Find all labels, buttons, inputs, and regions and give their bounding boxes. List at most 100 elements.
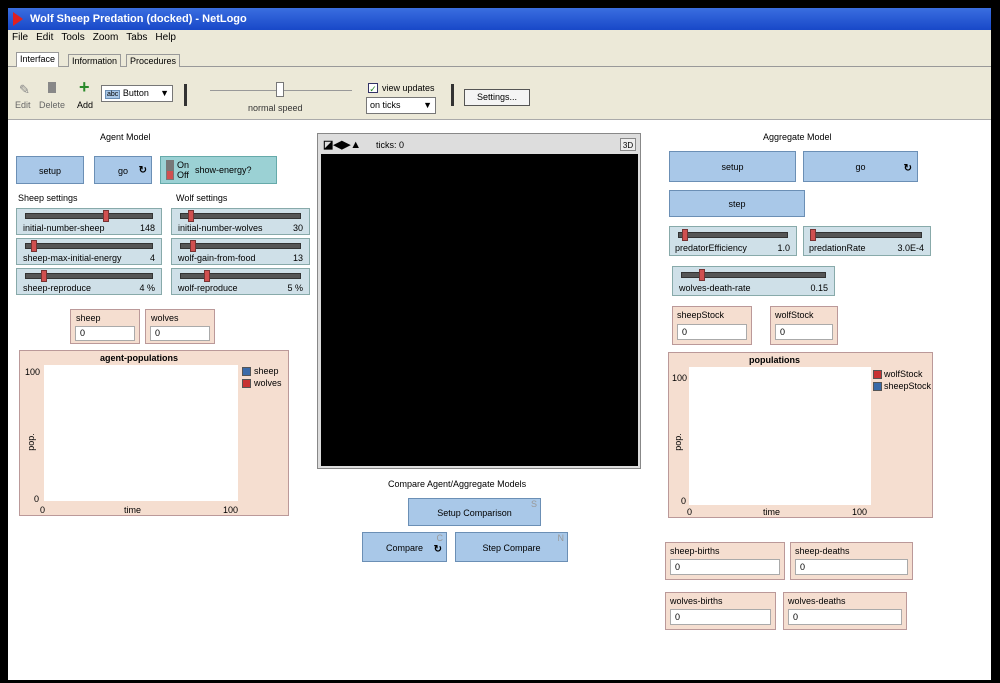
update-mode-value: on ticks xyxy=(370,100,401,110)
wolf-reproduce-slider[interactable]: wolf-reproduce 5 % xyxy=(171,268,310,295)
slider-thumb[interactable] xyxy=(103,210,109,222)
monitor-value: 0 xyxy=(670,609,771,625)
slider-thumb[interactable] xyxy=(810,229,816,241)
action-key: N xyxy=(557,533,565,543)
slider-track xyxy=(180,273,301,279)
plot-ymin: 0 xyxy=(681,496,687,506)
sheep-settings-label: Sheep settings xyxy=(18,193,78,203)
menu-edit[interactable]: Edit xyxy=(36,32,53,43)
show-energy-switch[interactable]: On Off show-energy? xyxy=(160,156,277,184)
plot-ymin: 0 xyxy=(34,494,40,504)
predator-efficiency-slider[interactable]: predatorEfficiency 1.0 xyxy=(669,226,797,256)
predation-rate-slider[interactable]: predationRate 3.0E-4 xyxy=(803,226,931,256)
agent-go-button[interactable]: go ↻ xyxy=(94,156,152,184)
plot-ymax: 100 xyxy=(25,367,41,377)
aggregate-step-button[interactable]: step xyxy=(669,190,805,217)
compare-button[interactable]: Compare ↻ C xyxy=(362,532,447,562)
plot-xmin: 0 xyxy=(40,505,46,515)
slider-thumb[interactable] xyxy=(188,210,194,222)
slider-track xyxy=(678,232,788,238)
plot-xmin: 0 xyxy=(687,507,693,517)
action-key: C xyxy=(436,533,444,543)
step-compare-button[interactable]: Step Compare N xyxy=(455,532,568,562)
slider-track xyxy=(25,243,153,249)
menu-tools[interactable]: Tools xyxy=(61,32,84,43)
monitor-value: 0 xyxy=(795,559,908,575)
monitor-label: wolves-deaths xyxy=(788,596,846,606)
plot-title: populations xyxy=(749,355,800,365)
world-view[interactable] xyxy=(321,154,638,466)
legend-label: sheep xyxy=(254,366,279,376)
switch-label: show-energy? xyxy=(195,165,252,175)
slider-thumb[interactable] xyxy=(41,270,47,282)
aggregate-go-button[interactable]: go ↻ xyxy=(803,151,918,182)
netlogo-logo-icon xyxy=(13,12,23,26)
aggregate-setup-button[interactable]: setup xyxy=(669,151,796,182)
delete-button[interactable]: Delete xyxy=(39,100,65,110)
menu-zoom[interactable]: Zoom xyxy=(93,32,119,43)
view-updates-label: view updates xyxy=(382,83,435,93)
world-view-frame: ◪◀▶▲ ticks: 0 3D xyxy=(317,133,641,469)
monitor-value: 0 xyxy=(677,324,747,340)
pencil-icon: ✎ xyxy=(19,82,30,97)
slider-track xyxy=(180,243,301,249)
slider-thumb[interactable] xyxy=(204,270,210,282)
add-button[interactable]: Add xyxy=(77,100,93,110)
monitor-value: 0 xyxy=(75,326,135,341)
slider-value: 4 % xyxy=(139,283,155,293)
menu-tabs[interactable]: Tabs xyxy=(126,32,147,43)
chevron-down-icon: ▼ xyxy=(423,100,432,110)
slider-label: initial-number-wolves xyxy=(178,223,263,233)
3d-button[interactable]: 3D xyxy=(620,138,636,151)
tab-procedures[interactable]: Procedures xyxy=(126,54,181,68)
menu-help[interactable]: Help xyxy=(155,32,176,43)
legend-swatch-sheep xyxy=(242,367,251,376)
go-label: go xyxy=(117,166,128,176)
slider-thumb[interactable] xyxy=(31,240,37,252)
sheep-stock-monitor: sheepStock 0 xyxy=(672,306,752,345)
ticks-counter: ticks: 0 xyxy=(376,140,405,150)
menu-file[interactable]: File xyxy=(12,32,28,43)
slider-track xyxy=(25,213,153,219)
slider-label: predatorEfficiency xyxy=(675,243,747,253)
initial-number-sheep-slider[interactable]: initial-number-sheep 148 xyxy=(16,208,162,235)
action-key: S xyxy=(530,499,537,509)
legend-swatch-wolves xyxy=(242,379,251,388)
forever-icon: ↻ xyxy=(138,165,147,176)
sheep-monitor: sheep 0 xyxy=(70,309,140,344)
slider-track xyxy=(180,213,301,219)
monitor-label: sheep-births xyxy=(670,546,720,556)
plot-ymax: 100 xyxy=(672,373,688,383)
agent-setup-button[interactable]: setup xyxy=(16,156,84,184)
sheep-reproduce-slider[interactable]: sheep-reproduce 4 % xyxy=(16,268,162,295)
toolbar-separator xyxy=(451,84,454,106)
view-controls-icon[interactable]: ◪◀▶▲ xyxy=(323,138,361,151)
setup-comparison-button[interactable]: Setup Comparison S xyxy=(408,498,541,526)
tab-information[interactable]: Information xyxy=(68,54,122,68)
sheep-births-monitor: sheep-births 0 xyxy=(665,542,785,580)
slider-label: sheep-reproduce xyxy=(23,283,92,293)
plot-xlabel: time xyxy=(124,505,142,515)
slider-thumb[interactable] xyxy=(682,229,688,241)
wolf-settings-label: Wolf settings xyxy=(176,193,228,203)
slider-thumb[interactable] xyxy=(699,269,705,281)
legend-label: sheepStock xyxy=(884,381,932,391)
sheep-max-initial-energy-slider[interactable]: sheep-max-initial-energy 4 xyxy=(16,238,162,265)
wolves-births-monitor: wolves-births 0 xyxy=(665,592,776,630)
forever-icon: ↻ xyxy=(903,163,912,174)
wolves-death-rate-slider[interactable]: wolves-death-rate 0.15 xyxy=(672,266,835,296)
update-mode-select[interactable]: on ticks ▼ xyxy=(366,97,436,114)
plot-title: agent-populations xyxy=(100,353,178,363)
legend-swatch-wolfstock xyxy=(873,370,882,379)
slider-label: wolf-reproduce xyxy=(178,283,238,293)
wolf-gain-from-food-slider[interactable]: wolf-gain-from-food 13 xyxy=(171,238,310,265)
speed-slider-thumb[interactable] xyxy=(276,82,284,97)
slider-label: predationRate xyxy=(809,243,866,253)
edit-button[interactable]: Edit xyxy=(15,100,31,110)
slider-thumb[interactable] xyxy=(190,240,196,252)
monitor-label: wolfStock xyxy=(775,310,814,320)
initial-number-wolves-slider[interactable]: initial-number-wolves 30 xyxy=(171,208,310,235)
widget-type-select[interactable]: abc Button ▼ xyxy=(101,85,173,102)
settings-button[interactable]: Settings... xyxy=(464,89,530,106)
view-updates-checkbox[interactable]: ✓ xyxy=(368,83,378,94)
